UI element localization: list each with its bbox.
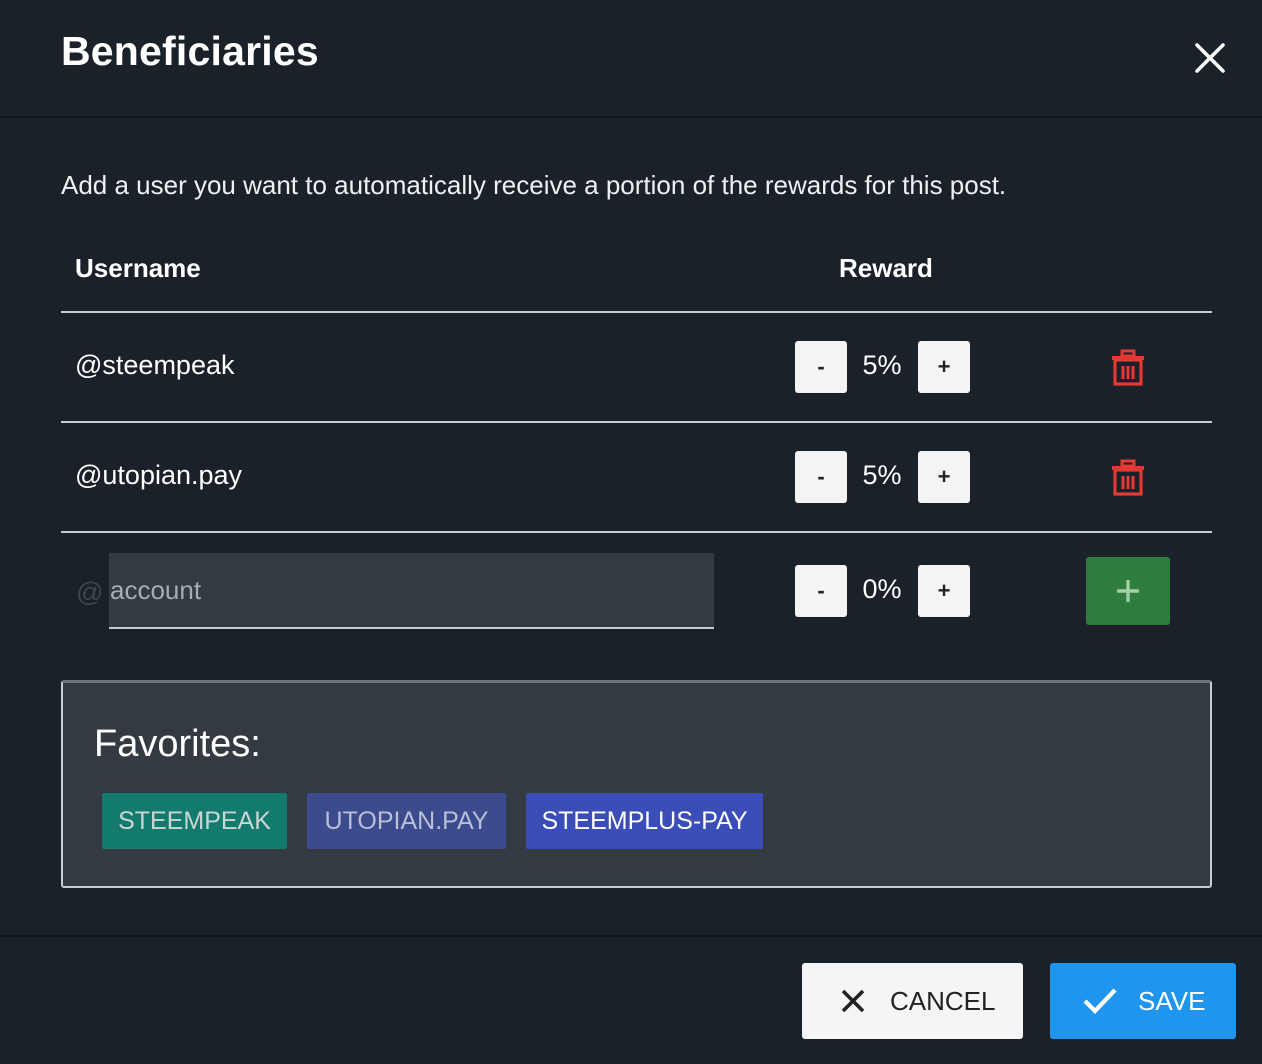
table-divider	[61, 531, 1212, 533]
add-beneficiary-button[interactable]	[1086, 557, 1170, 625]
reward-percent: 5%	[862, 460, 902, 490]
decrement-reward-button[interactable]: -	[795, 451, 847, 503]
favorite-chip-steemplus-pay[interactable]: STEEMPLUS-PAY	[526, 793, 763, 849]
delete-beneficiary-button[interactable]	[1110, 349, 1146, 387]
reward-percent: 0%	[862, 574, 902, 604]
cancel-label: CANCEL	[890, 985, 996, 1016]
dialog-header: Beneficiaries	[0, 0, 1262, 118]
table-divider	[61, 421, 1212, 423]
check-icon	[1083, 988, 1117, 1015]
favorites-panel: Favorites: STEEMPEAK UTOPIAN.PAY STEEMPL…	[61, 680, 1212, 888]
favorite-chip-utopian-pay[interactable]: UTOPIAN.PAY	[307, 793, 506, 849]
favorites-title: Favorites:	[94, 723, 261, 765]
column-header-reward: Reward	[839, 253, 933, 283]
at-prefix: @	[76, 577, 104, 607]
save-button[interactable]: SAVE	[1050, 963, 1236, 1039]
increment-reward-button[interactable]: +	[918, 565, 970, 617]
favorite-chip-steempeak[interactable]: STEEMPEAK	[102, 793, 287, 849]
trash-icon	[1112, 459, 1144, 496]
save-label: SAVE	[1138, 985, 1206, 1016]
cancel-button[interactable]: CANCEL	[802, 963, 1023, 1039]
trash-icon	[1112, 349, 1144, 386]
close-icon	[841, 989, 865, 1013]
increment-reward-button[interactable]: +	[918, 451, 970, 503]
dialog-title: Beneficiaries	[61, 28, 319, 74]
close-icon	[1195, 43, 1225, 73]
increment-reward-button[interactable]: +	[918, 341, 970, 393]
reward-percent: 5%	[862, 350, 902, 380]
beneficiary-username: @steempeak	[75, 350, 235, 380]
decrement-reward-button[interactable]: -	[795, 341, 847, 393]
close-button[interactable]	[1188, 36, 1232, 80]
plus-icon	[1117, 580, 1139, 602]
column-header-username: Username	[75, 253, 201, 283]
delete-beneficiary-button[interactable]	[1110, 459, 1146, 497]
decrement-reward-button[interactable]: -	[795, 565, 847, 617]
account-input[interactable]	[109, 553, 714, 629]
beneficiary-username: @utopian.pay	[75, 460, 243, 490]
dialog-description: Add a user you want to automatically rec…	[61, 170, 1007, 200]
table-divider	[61, 311, 1212, 313]
